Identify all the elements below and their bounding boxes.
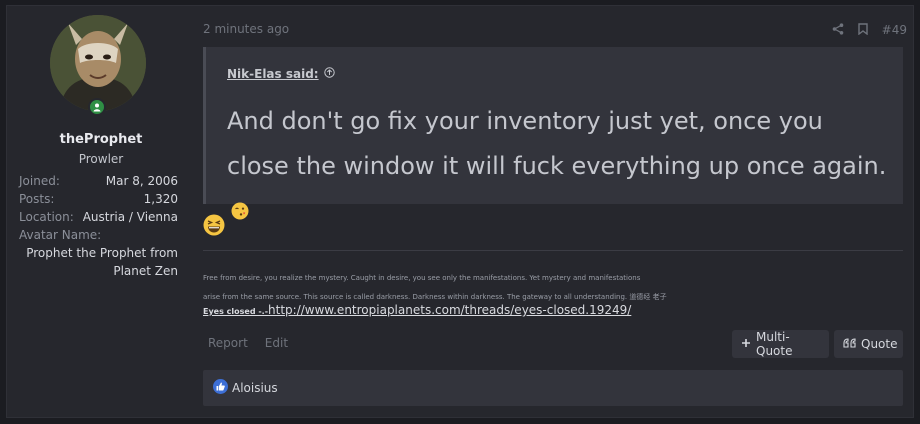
signature-divider xyxy=(203,250,903,251)
reactions-bar: Aloisius xyxy=(203,370,903,406)
stat-label: Joined: xyxy=(19,174,60,188)
multi-quote-button[interactable]: Multi-Quote xyxy=(732,330,829,358)
quote-text: And don't go fix your inventory just yet… xyxy=(227,99,887,235)
post-card: theProphet Prowler Joined: Mar 8, 2006 P… xyxy=(6,5,914,418)
user-title: Prowler xyxy=(78,152,124,166)
user-stats: Joined: Mar 8, 2006 Posts: 1,320 Locatio… xyxy=(19,172,178,280)
signature-line-1: Free from desire, you realize the myster… xyxy=(203,274,641,282)
username-link[interactable]: theProphet xyxy=(7,132,195,147)
signature-text: Free from desire, you realize the myster… xyxy=(203,269,903,307)
share-icon[interactable] xyxy=(832,20,844,39)
post-header-actions: #49 xyxy=(832,20,907,39)
stat-label: Avatar Name: xyxy=(19,228,102,242)
post-main: 2 minutes ago #49 Nik-Elas said: And don… xyxy=(203,6,907,417)
stat-value[interactable]: 1,320 xyxy=(144,190,178,208)
multi-quote-label: Multi-Quote xyxy=(756,330,793,358)
quote-block: Nik-Elas said: And don't go fix your inv… xyxy=(203,47,903,219)
signature-link-url[interactable]: http://www.entropiaplanets.com/threads/e… xyxy=(268,303,631,317)
signature-link-label[interactable]: Eyes closed -.- xyxy=(203,307,268,316)
reaction-users-link[interactable]: Aloisius xyxy=(232,381,278,395)
laughing-emoji-icon xyxy=(203,214,225,240)
kiss-wink-emoji-icon xyxy=(231,190,249,235)
stat-avatar-name: Avatar Name: xyxy=(19,226,178,244)
plus-icon xyxy=(741,337,751,351)
avatar-name-line-1: Prophet the Prophet from xyxy=(26,246,178,260)
edit-link[interactable]: Edit xyxy=(265,336,288,350)
stat-location: Location: Austria / Vienna xyxy=(19,208,178,226)
stat-value[interactable]: Austria / Vienna xyxy=(83,208,178,226)
post-number-link[interactable]: #49 xyxy=(882,23,907,37)
user-info-column: theProphet Prowler Joined: Mar 8, 2006 P… xyxy=(7,6,195,417)
signature-link[interactable]: Eyes closed -.-http://www.entropiaplanet… xyxy=(203,303,631,317)
post-timestamp[interactable]: 2 minutes ago xyxy=(203,22,289,36)
quote-body: And don't go fix your inventory just yet… xyxy=(227,107,887,180)
quote-author-name[interactable]: Nik-Elas said: xyxy=(227,67,319,81)
stat-value: Mar 8, 2006 xyxy=(105,174,178,188)
stat-label: Posts: xyxy=(19,192,55,206)
bookmark-icon[interactable] xyxy=(857,20,868,39)
stat-joined: Joined: Mar 8, 2006 xyxy=(19,172,178,190)
stat-label: Location: xyxy=(19,210,74,224)
post-footer-actions: Report Edit xyxy=(208,336,288,350)
like-icon xyxy=(213,379,228,397)
avatar-container[interactable] xyxy=(50,15,146,116)
quote-author[interactable]: Nik-Elas said: xyxy=(227,67,335,81)
avatar-name-line-2: Planet Zen xyxy=(113,264,178,278)
quote-icon xyxy=(843,337,856,351)
online-status-icon xyxy=(88,98,106,116)
report-link[interactable]: Report xyxy=(208,336,248,350)
avatar[interactable] xyxy=(50,15,146,111)
quote-label: Quote xyxy=(861,337,898,351)
arrow-up-circle-icon[interactable] xyxy=(323,67,335,81)
stat-posts: Posts: 1,320 xyxy=(19,190,178,208)
quote-button[interactable]: Quote xyxy=(834,330,903,358)
